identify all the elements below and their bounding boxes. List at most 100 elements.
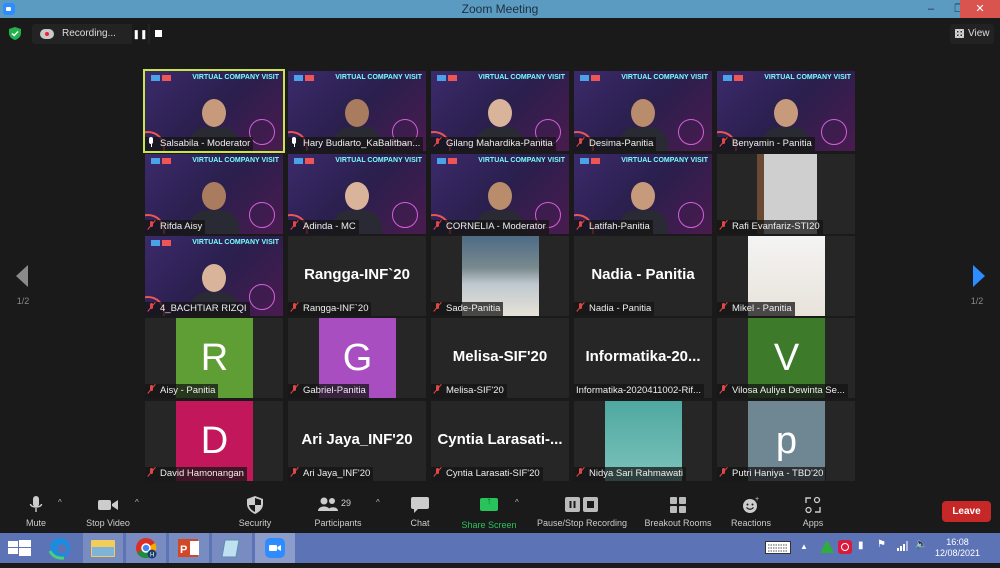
taskbar-file-explorer[interactable]: [83, 533, 123, 563]
mic-muted-icon: [576, 137, 585, 147]
taskbar-zoom[interactable]: [255, 533, 295, 563]
participant-tile[interactable]: Informatika-20... Informatika-2020411002-…: [574, 318, 712, 398]
powerpoint-icon: P: [178, 539, 199, 557]
system-clock[interactable]: 16:08 12/08/2021: [935, 537, 980, 559]
video-options-caret[interactable]: ^: [135, 498, 139, 507]
participant-name-label: Cyntia Larasati-SIF'20: [431, 467, 543, 481]
participant-name: Aisy - Panitia: [160, 385, 216, 396]
banner-title: VIRTUAL COMPANY VISIT: [335, 74, 422, 81]
mic-muted-icon: [719, 384, 728, 394]
apps-label: Apps: [802, 518, 824, 528]
participant-display-name: Rangga-INF`20: [304, 266, 410, 283]
encryption-shield-icon[interactable]: [9, 27, 21, 40]
participant-tile[interactable]: VIRTUAL COMPANY VISIT Hary Budiarto_KaBal…: [288, 71, 426, 151]
pause-recording-button[interactable]: ❚❚: [132, 24, 148, 44]
participant-name: Latifah-Panitia: [589, 221, 650, 232]
participant-display-name: Informatika-20...: [585, 348, 701, 365]
mic-muted-icon: [719, 220, 728, 230]
participant-tile[interactable]: Melisa-SIF'20 Melisa-SIF'20: [431, 318, 569, 398]
participant-tile[interactable]: VIRTUAL COMPANY VISIT CORNELIA - Moderato…: [431, 154, 569, 234]
participant-tile[interactable]: VIRTUAL COMPANY VISIT Latifah-Panitia: [574, 154, 712, 234]
participant-name: Putri Haniya - TBD'20: [732, 468, 824, 479]
security-button[interactable]: Security: [235, 496, 275, 528]
window-title: Zoom Meeting: [461, 2, 539, 16]
previous-page-arrow-icon[interactable]: [16, 265, 28, 287]
share-screen-button[interactable]: Share Screen: [458, 496, 520, 530]
mic-muted-icon: [433, 220, 442, 230]
participant-tile[interactable]: Rafi Evanfariz-STI20: [717, 154, 855, 234]
participant-tile[interactable]: V Vilosa Auliya Dewinta Se...: [717, 318, 855, 398]
close-button[interactable]: ✕: [960, 0, 1000, 18]
participant-name: Informatika-2020411002-Rif...: [576, 385, 701, 396]
mic-muted-icon: [576, 467, 585, 477]
participant-tile[interactable]: VIRTUAL COMPANY VISIT Benyamin - Panitia: [717, 71, 855, 151]
breakout-rooms-button[interactable]: Breakout Rooms: [640, 496, 716, 528]
participant-tile[interactable]: Mikel - Panitia: [717, 236, 855, 316]
share-options-caret[interactable]: ^: [515, 498, 519, 507]
grid-view-icon: [955, 29, 964, 38]
view-button[interactable]: View: [950, 24, 994, 44]
taskbar-notepad[interactable]: [212, 533, 252, 563]
participant-tile[interactable]: VIRTUAL COMPANY VISIT Desima-Panitia: [574, 71, 712, 151]
participant-tile[interactable]: p Putri Haniya - TBD'20: [717, 401, 855, 481]
participant-tile[interactable]: G Gabriel-Panitia: [288, 318, 426, 398]
touch-keyboard-icon[interactable]: [765, 541, 791, 554]
participant-tile[interactable]: VIRTUAL COMPANY VISIT Gilang Mahardika-Pa…: [431, 71, 569, 151]
chat-button[interactable]: Chat: [405, 496, 435, 528]
participant-tile[interactable]: VIRTUAL COMPANY VISIT Rifda Aisy: [145, 154, 283, 234]
gallery-grid: VIRTUAL COMPANY VISIT Salsabila - Moderat…: [143, 69, 855, 481]
red-tray-app-icon[interactable]: [838, 540, 852, 554]
participant-tile[interactable]: Sade-Panitia: [431, 236, 569, 316]
reactions-label: Reactions: [730, 518, 772, 528]
participant-tile[interactable]: Rangga-INF`20 Rangga-INF`20: [288, 236, 426, 316]
event-logos: [151, 75, 171, 81]
stop-recording-button[interactable]: [150, 24, 168, 44]
chrome-icon: H: [136, 538, 157, 559]
audio-options-caret[interactable]: ^: [58, 498, 62, 507]
participant-name-label: Salsabila - Moderator: [145, 137, 254, 151]
participant-tile[interactable]: Nadia - Panitia Nadia - Panitia: [574, 236, 712, 316]
mic-muted-icon: [147, 302, 156, 312]
mic-muted-icon: [290, 467, 299, 477]
chat-bubble-icon: [411, 497, 429, 513]
next-page-arrow-icon[interactable]: [973, 265, 985, 287]
participant-tile[interactable]: VIRTUAL COMPANY VISIT 4_BACHTIAR RIZQI: [145, 236, 283, 316]
action-center-flag-icon[interactable]: ⚑: [877, 539, 886, 550]
pause-stop-recording-button[interactable]: Pause/Stop Recording: [532, 496, 632, 528]
minimize-button[interactable]: –: [917, 0, 945, 18]
event-logos: [437, 75, 457, 81]
participant-name-label: Mikel - Panitia: [717, 302, 795, 316]
show-hidden-icons-caret-icon[interactable]: ▲: [800, 542, 808, 551]
microphone-icon: [29, 496, 43, 512]
stop-video-button[interactable]: Stop Video: [82, 496, 134, 528]
folder-icon: [91, 540, 115, 557]
taskbar-powerpoint[interactable]: P: [169, 533, 209, 563]
participant-tile[interactable]: Nidya Sari Rahmawati: [574, 401, 712, 481]
participants-button[interactable]: 29 Participants: [308, 496, 368, 528]
mute-button[interactable]: Mute: [20, 496, 52, 528]
participant-name-label: Sade-Panitia: [431, 302, 504, 316]
apps-button[interactable]: Apps: [798, 496, 828, 528]
inspire-logo-icon: [678, 119, 704, 145]
zoom-icon: [265, 538, 285, 558]
volume-speaker-icon[interactable]: 🔈: [915, 539, 927, 550]
participants-options-caret[interactable]: ^: [376, 498, 380, 507]
participant-tile[interactable]: Cyntia Larasati-... Cyntia Larasati-SIF'2…: [431, 401, 569, 481]
participant-tile[interactable]: VIRTUAL COMPANY VISIT Salsabila - Moderat…: [143, 69, 285, 153]
participant-name: Vilosa Auliya Dewinta Se...: [732, 385, 845, 396]
participant-tile[interactable]: R Aisy - Panitia: [145, 318, 283, 398]
clock-time: 16:08: [946, 537, 969, 547]
network-signal-icon[interactable]: [897, 541, 909, 551]
participant-tile[interactable]: VIRTUAL COMPANY VISIT Adinda - MC: [288, 154, 426, 234]
start-button[interactable]: [0, 533, 40, 563]
green-tray-app-icon[interactable]: [820, 540, 834, 554]
participant-tile[interactable]: Ari Jaya_INF'20 Ari Jaya_INF'20: [288, 401, 426, 481]
leave-button[interactable]: Leave: [942, 501, 991, 522]
participant-display-name: Nadia - Panitia: [591, 266, 695, 283]
participant-tile[interactable]: D David Hamonangan: [145, 401, 283, 481]
battery-power-icon[interactable]: ▮: [858, 540, 864, 551]
taskbar-edge[interactable]: [40, 533, 80, 563]
participant-name-label: Vilosa Auliya Dewinta Se...: [717, 384, 848, 398]
reactions-button[interactable]: + Reactions: [728, 496, 774, 528]
taskbar-chrome[interactable]: H: [126, 533, 166, 563]
